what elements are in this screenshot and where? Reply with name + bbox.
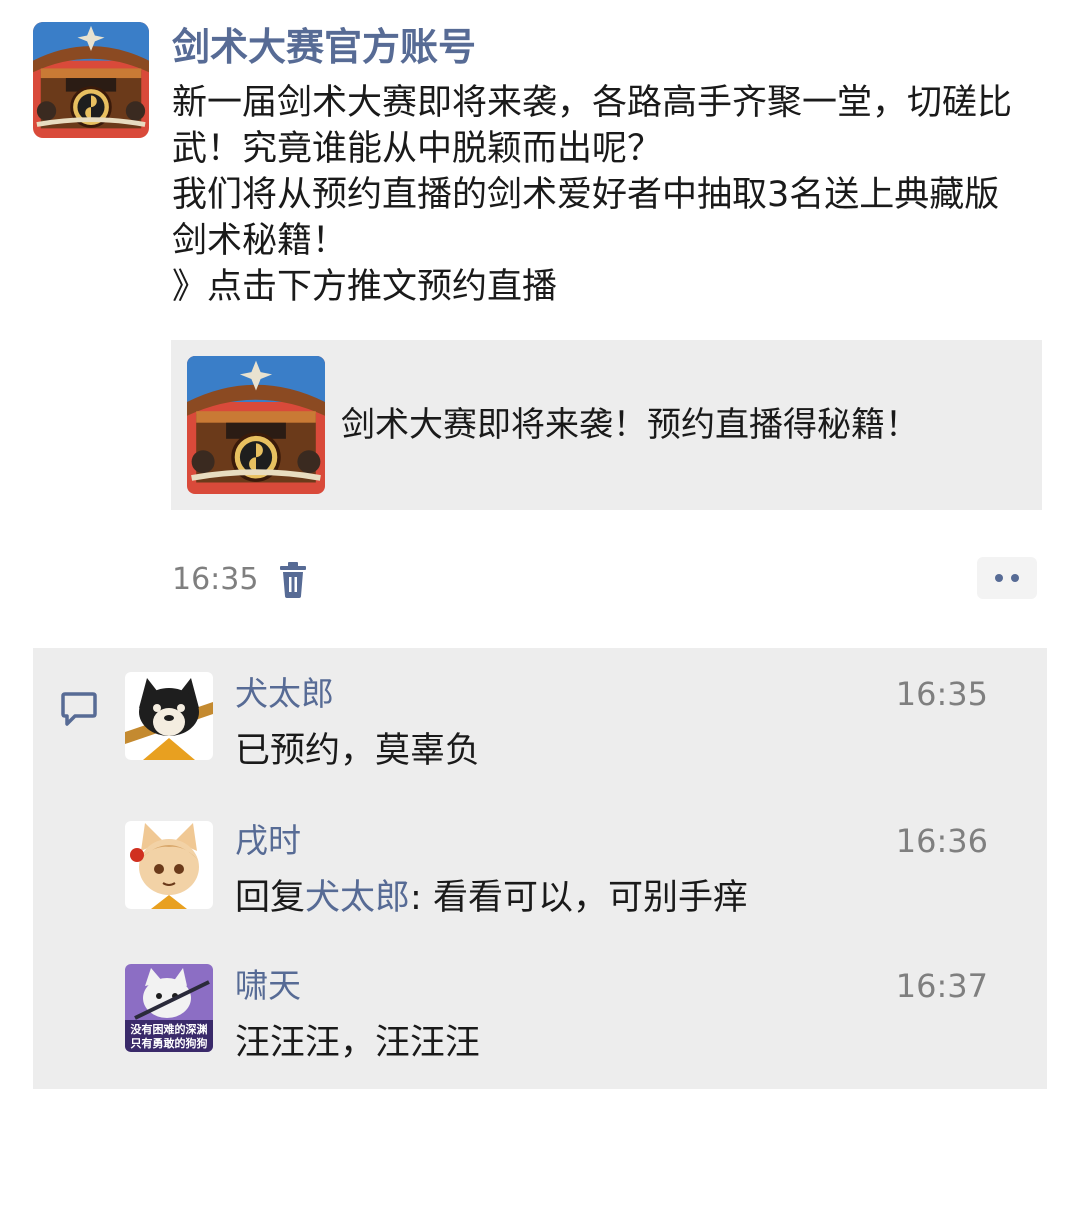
comment-text: 已预约，莫辜负 bbox=[235, 731, 481, 771]
avatar-caption-line: 只有勇敢的狗狗 bbox=[131, 1036, 208, 1050]
more-dot bbox=[995, 574, 1003, 582]
more-button[interactable] bbox=[977, 557, 1037, 599]
account-avatar[interactable] bbox=[33, 22, 149, 138]
post-text-line: 新一届剑术大赛即将来袭，各路高手齐聚一堂，切磋比 bbox=[172, 83, 1013, 123]
commenter-avatar[interactable] bbox=[125, 821, 213, 909]
reply-to-name[interactable]: 犬太郎 bbox=[305, 878, 410, 918]
avatar-caption-line: 没有困难的深渊 bbox=[131, 1022, 208, 1036]
commenter-avatar[interactable]: 没有困难的深渊 只有勇敢的狗狗 bbox=[125, 964, 213, 1052]
comment-text: 汪汪汪，汪汪汪 bbox=[235, 1023, 481, 1063]
comment-time: 16:35 bbox=[895, 675, 988, 713]
commenter-name[interactable]: 犬太郎 bbox=[235, 672, 334, 716]
post-text-line: 剑术秘籍！ bbox=[172, 221, 348, 261]
comment-text: 回复犬太郎: 看看可以，可别手痒 bbox=[235, 874, 748, 922]
shared-article-card[interactable]: 剑术大赛即将来袭！预约直播得秘籍！ bbox=[171, 340, 1042, 510]
reply-prefix: 回复 bbox=[235, 878, 306, 918]
shared-article-title: 剑术大赛即将来袭！预约直播得秘籍！ bbox=[341, 405, 919, 445]
post-text-line: 我们将从预约直播的剑术爱好者中抽取3名送上典藏版 bbox=[172, 175, 1000, 215]
post-text-line: 》点击下方推文预约直播 bbox=[172, 267, 558, 307]
comment-time: 16:36 bbox=[895, 822, 988, 860]
shared-article-thumbnail bbox=[187, 356, 325, 494]
commenter-name[interactable]: 戌时 bbox=[235, 819, 301, 863]
commenter-name[interactable]: 啸天 bbox=[235, 964, 301, 1008]
comment-time: 16:37 bbox=[895, 967, 988, 1005]
comments-section: 犬太郎 16:35 已预约，莫辜负 戌时 16:36 回复犬太郎: 看看可以，可… bbox=[33, 648, 1047, 1089]
post-text: 新一届剑术大赛即将来袭，各路高手齐聚一堂，切磋比 武！究竟谁能从中脱颖而出呢？ … bbox=[172, 80, 1042, 310]
trash-icon[interactable] bbox=[276, 560, 310, 600]
comment-bubble-icon bbox=[61, 690, 97, 728]
commenter-avatar[interactable] bbox=[125, 672, 213, 760]
reply-body: : 看看可以，可别手痒 bbox=[410, 878, 748, 918]
account-name[interactable]: 剑术大赛官方账号 bbox=[172, 22, 476, 72]
post-time: 16:35 bbox=[172, 562, 259, 597]
more-dot bbox=[1011, 574, 1019, 582]
post-text-line: 武！究竟谁能从中脱颖而出呢？ bbox=[172, 129, 663, 169]
